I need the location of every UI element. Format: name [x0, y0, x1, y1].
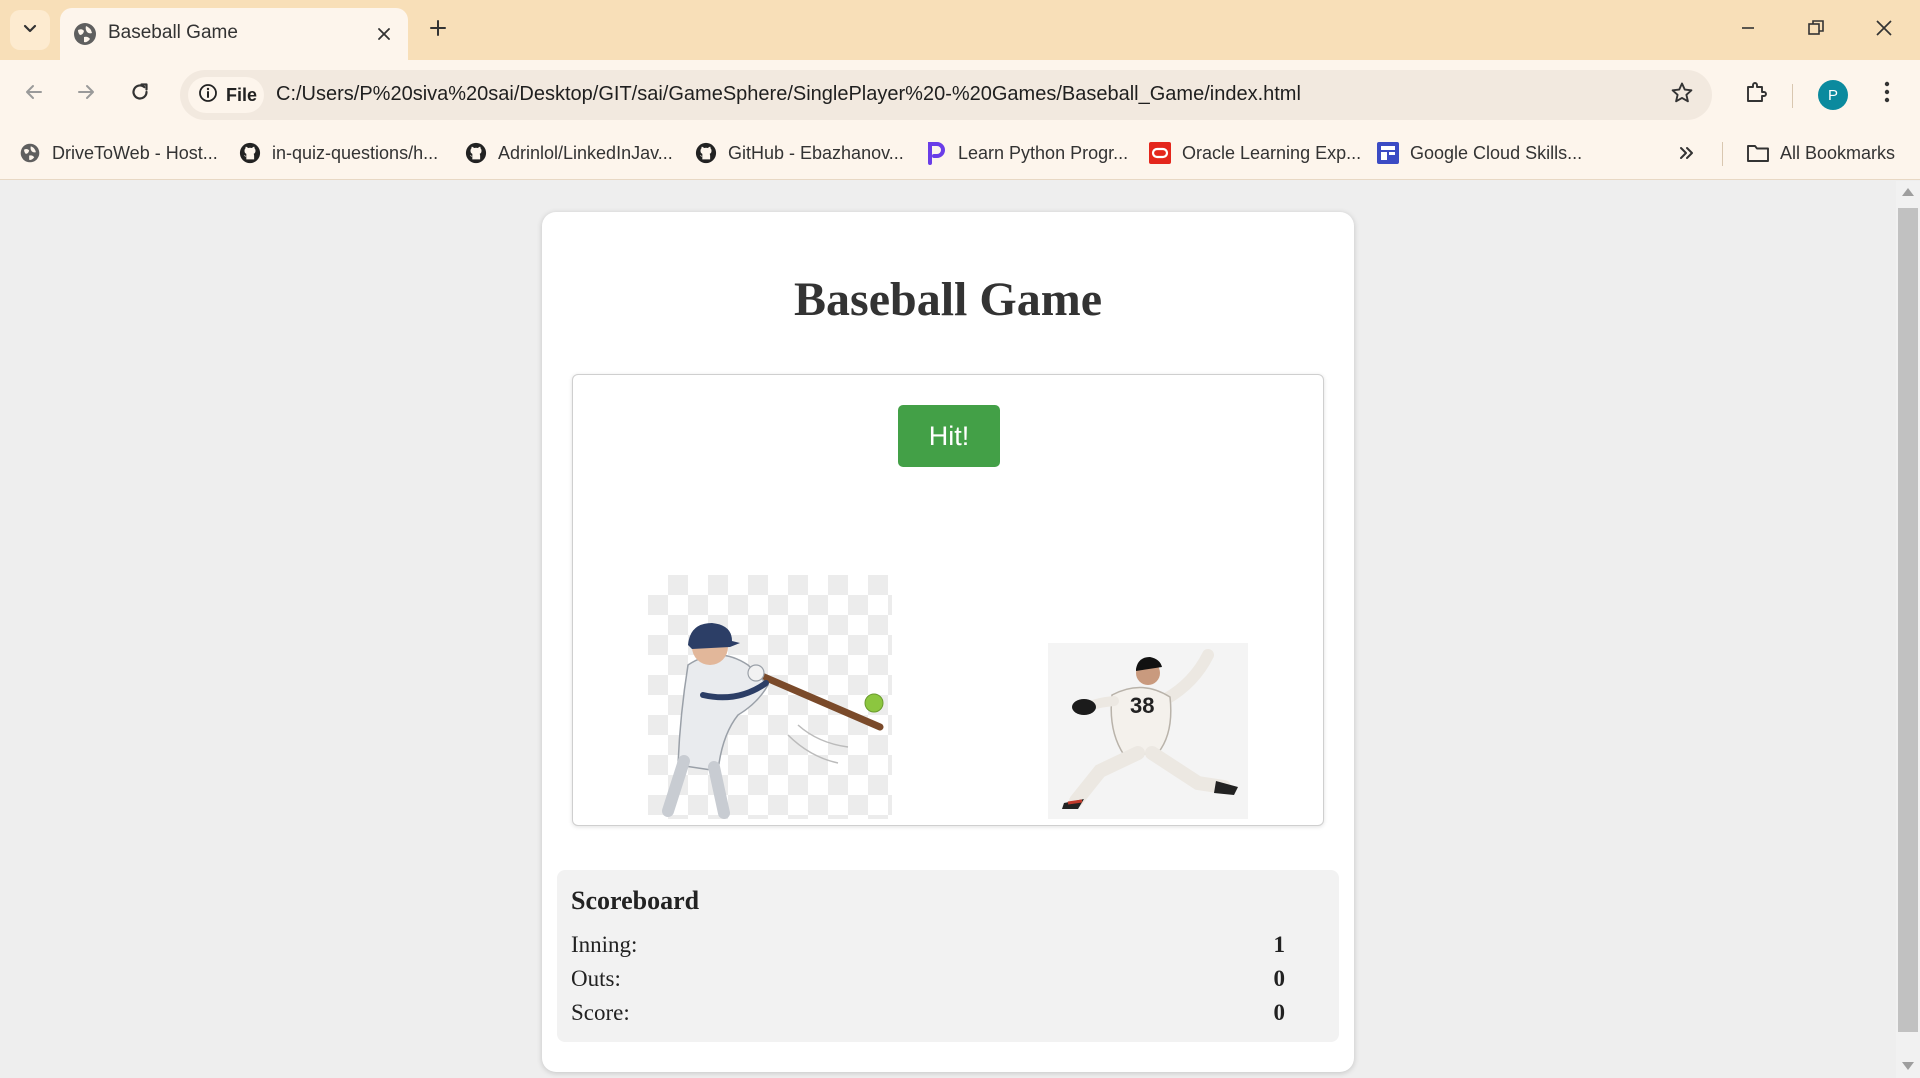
bookmark-label: Adrinlol/LinkedInJav...	[498, 142, 673, 163]
scroll-up-arrow-icon[interactable]	[1902, 188, 1914, 196]
all-bookmarks-label: All Bookmarks	[1780, 142, 1896, 163]
oracle-icon	[1148, 141, 1172, 165]
profile-avatar[interactable]: P	[1818, 80, 1848, 110]
new-tab-button[interactable]	[422, 14, 454, 46]
globe-icon	[72, 21, 98, 47]
folder-icon	[1746, 141, 1770, 165]
bookmark-drivetoweb[interactable]: DriveToWeb - Host...	[18, 138, 218, 168]
toolbar-divider	[1792, 84, 1793, 108]
double-chevron-right-icon	[1678, 142, 1696, 168]
inning-label: Inning:	[571, 932, 638, 957]
tab-title: Baseball Game	[108, 22, 238, 43]
bookmark-star-button[interactable]	[1666, 79, 1698, 111]
forward-button[interactable]	[66, 74, 106, 114]
plus-icon	[428, 18, 448, 43]
scoreboard-row-score: Score: 0	[571, 1000, 1321, 1030]
bookmark-label: in-quiz-questions/h...	[272, 142, 439, 163]
scroll-down-arrow-icon[interactable]	[1902, 1062, 1914, 1070]
score-label: Score:	[571, 1000, 630, 1025]
bookmark-label: Learn Python Progr...	[958, 142, 1129, 163]
programiz-icon	[924, 141, 948, 165]
site-info-chip[interactable]: File	[188, 77, 264, 113]
bookmark-label: GitHub - Ebazhanov...	[728, 142, 904, 163]
arrow-left-icon	[23, 81, 45, 108]
github-icon	[238, 141, 262, 165]
url-text[interactable]: C:/Users/P%20siva%20sai/Desktop/GIT/sai/…	[276, 83, 1301, 106]
bookmark-label: Google Cloud Skills...	[1410, 142, 1583, 163]
site-chip-label: File	[226, 84, 258, 105]
github-icon	[694, 141, 718, 165]
reload-button[interactable]	[120, 74, 160, 114]
outs-value: 0	[1273, 966, 1286, 991]
bookmark-learn-python[interactable]: Learn Python Progr...	[924, 138, 1128, 168]
close-window-button[interactable]	[1856, 10, 1912, 50]
globe-icon	[18, 141, 42, 165]
hit-button[interactable]: Hit!	[898, 405, 1000, 467]
star-icon	[1670, 81, 1694, 110]
game-container: Baseball Game Hit! 38 Scoreboard Inning:…	[542, 212, 1354, 1072]
google-cloud-skills-icon	[1376, 141, 1400, 165]
bookmarks-bar: DriveToWeb - Host... in-quiz-questions/h…	[0, 128, 1920, 180]
close-icon[interactable]	[372, 22, 396, 46]
arrow-right-icon	[75, 81, 97, 108]
bookmarks-divider	[1722, 142, 1723, 166]
github-icon	[464, 141, 488, 165]
bookmark-label: Oracle Learning Exp...	[1182, 142, 1362, 163]
scoreboard: Scoreboard Inning: 1 Outs: 0 Score: 0	[557, 870, 1339, 1042]
bookmark-adrinlol-linkedin[interactable]: Adrinlol/LinkedInJav...	[464, 138, 673, 168]
bookmarks-overflow-button[interactable]	[1672, 140, 1702, 170]
game-field: Hit! 38	[572, 374, 1324, 826]
scrollbar-thumb[interactable]	[1898, 208, 1918, 1032]
scoreboard-title: Scoreboard	[571, 886, 700, 915]
browser-toolbar: File C:/Users/P%20siva%20sai/Desktop/GIT…	[0, 60, 1920, 128]
browser-menu-button[interactable]	[1870, 74, 1904, 114]
batter-image	[648, 575, 892, 819]
close-icon	[1875, 19, 1893, 42]
bookmark-label: DriveToWeb - Host...	[52, 142, 218, 163]
inning-value: 1	[1273, 932, 1286, 957]
tab-search-button[interactable]	[10, 10, 50, 50]
score-value: 0	[1273, 1000, 1286, 1025]
minimize-icon	[1740, 20, 1756, 41]
all-bookmarks-button[interactable]: All Bookmarks	[1746, 138, 1895, 168]
tab-strip: Baseball Game	[0, 0, 1920, 60]
outs-label: Outs:	[571, 966, 621, 991]
chevron-down-icon	[22, 20, 38, 41]
bookmark-google-cloud-skills[interactable]: Google Cloud Skills...	[1376, 138, 1582, 168]
more-vertical-icon	[1884, 81, 1890, 108]
reload-icon	[129, 81, 151, 108]
info-icon	[198, 83, 218, 108]
scoreboard-row-inning: Inning: 1	[571, 932, 1321, 962]
tab-baseball-game[interactable]: Baseball Game	[60, 8, 408, 60]
back-button[interactable]	[14, 74, 54, 114]
restore-icon	[1807, 19, 1825, 42]
address-bar[interactable]: File C:/Users/P%20siva%20sai/Desktop/GIT…	[180, 70, 1712, 120]
bookmark-in-quiz-questions[interactable]: in-quiz-questions/h...	[238, 138, 438, 168]
puzzle-icon	[1744, 80, 1768, 109]
restore-button[interactable]	[1788, 10, 1844, 50]
page-title: Baseball Game	[794, 273, 1102, 326]
extensions-button[interactable]	[1736, 74, 1776, 114]
bookmark-oracle-learning[interactable]: Oracle Learning Exp...	[1148, 138, 1361, 168]
svg-text:38: 38	[1130, 693, 1154, 718]
bookmark-github-ebazhanov[interactable]: GitHub - Ebazhanov...	[694, 138, 904, 168]
minimize-button[interactable]	[1720, 10, 1776, 50]
scoreboard-row-outs: Outs: 0	[571, 966, 1321, 996]
pitcher-image: 38	[1048, 643, 1248, 819]
